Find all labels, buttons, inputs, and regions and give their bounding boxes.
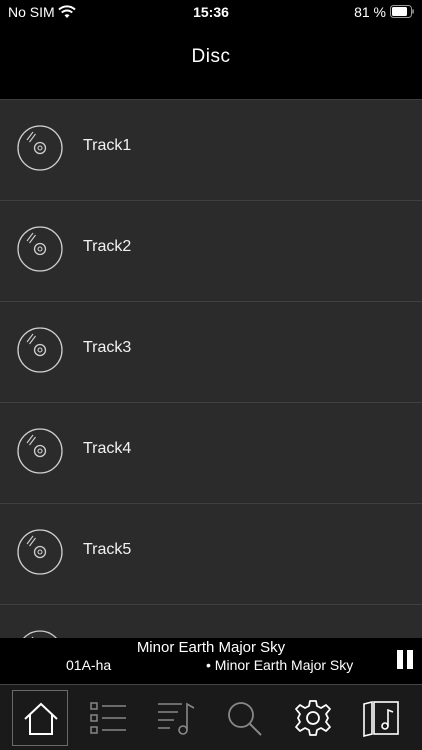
pause-button[interactable] (394, 649, 416, 671)
disc-icon (17, 125, 63, 171)
battery-percent: 81 % (354, 4, 386, 20)
track-list[interactable]: Track1 Track2 Track3 Track4 Track5 (0, 100, 422, 638)
disc-icon (17, 327, 63, 373)
now-playing-album: • Minor Earth Major Sky (206, 657, 354, 673)
tab-bar (0, 684, 422, 750)
track-label: Track5 (83, 541, 132, 558)
navigation-bar: Disc (0, 24, 422, 100)
home-icon (24, 702, 58, 735)
tab-search[interactable] (216, 690, 272, 746)
disc-icon (17, 428, 63, 474)
track-row[interactable]: Track1 (0, 100, 422, 201)
pause-icon-bar-right (407, 650, 413, 669)
track-row[interactable]: Track2 (0, 201, 422, 302)
status-bar: No SIM 15:36 81 % (0, 0, 422, 24)
track-label: Track3 (83, 339, 132, 356)
tab-home[interactable] (12, 690, 68, 746)
music-library-icon (363, 700, 399, 738)
track-row[interactable] (0, 605, 422, 638)
now-playing-track: 01A-ha (66, 657, 112, 673)
disc-icon (17, 529, 63, 575)
tab-settings[interactable] (285, 690, 341, 746)
now-playing-bar[interactable]: Minor Earth Major Sky 01A-ha • Minor Ear… (0, 638, 422, 684)
battery-icon (390, 5, 414, 18)
settings-icon (295, 700, 331, 736)
tab-music-library[interactable] (353, 690, 409, 746)
search-icon (228, 702, 262, 736)
tab-playlist[interactable] (148, 690, 204, 746)
track-label: Track4 (83, 440, 132, 457)
list-icon (90, 702, 126, 734)
track-label: Track2 (83, 238, 132, 255)
page-title: Disc (191, 46, 231, 67)
playlist-icon (158, 702, 195, 735)
now-playing-title: Minor Earth Major Sky (136, 639, 286, 656)
tab-list[interactable] (80, 690, 136, 746)
disc-icon (17, 226, 63, 272)
pause-icon-bar-left (397, 650, 403, 669)
disc-icon (23, 630, 57, 638)
track-row[interactable]: Track3 (0, 302, 422, 403)
track-row[interactable]: Track4 (0, 403, 422, 504)
track-row[interactable]: Track5 (0, 504, 422, 605)
track-label: Track1 (83, 137, 132, 154)
